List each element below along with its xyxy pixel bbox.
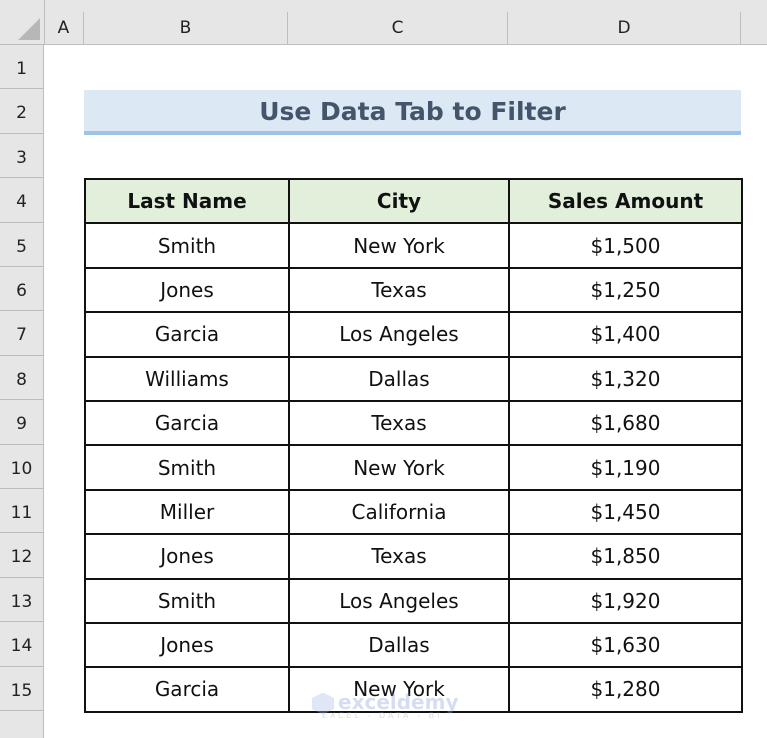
cell-last-name[interactable]: Garcia bbox=[84, 666, 290, 713]
cell-sales-amount[interactable]: $1,630 bbox=[508, 621, 743, 669]
row-header-1[interactable]: 1 bbox=[0, 45, 43, 90]
cell-last-name[interactable]: Garcia bbox=[84, 399, 290, 447]
cell-last-name[interactable]: Williams bbox=[84, 355, 290, 402]
row-header-2[interactable]: 2 bbox=[0, 89, 43, 134]
cell-sales-amount[interactable]: $1,450 bbox=[508, 488, 743, 536]
header-city[interactable]: City bbox=[288, 177, 510, 225]
column-header-a[interactable]: A bbox=[44, 12, 84, 44]
cell-city[interactable]: Dallas bbox=[288, 355, 510, 402]
cell-last-name[interactable]: Garcia bbox=[84, 311, 290, 358]
cell-last-name[interactable]: Jones bbox=[84, 266, 290, 314]
column-header-c[interactable]: C bbox=[288, 12, 508, 44]
row-header-12[interactable]: 12 bbox=[0, 533, 43, 578]
data-table: Last Name City Sales Amount Smith New Yor… bbox=[84, 177, 743, 713]
cell-city[interactable]: New York bbox=[288, 444, 510, 491]
table-row: Garcia Texas $1,680 bbox=[84, 399, 743, 447]
row-header-6[interactable]: 6 bbox=[0, 267, 43, 312]
cell-city[interactable]: California bbox=[288, 488, 510, 536]
cell-last-name[interactable]: Smith bbox=[84, 444, 290, 491]
table-row: Smith New York $1,190 bbox=[84, 444, 743, 491]
cell-sales-amount[interactable]: $1,250 bbox=[508, 266, 743, 314]
cell-sales-amount[interactable]: $1,500 bbox=[508, 222, 743, 269]
cell-sales-amount[interactable]: $1,850 bbox=[508, 533, 743, 580]
row-header-7[interactable]: 7 bbox=[0, 311, 43, 356]
cell-last-name[interactable]: Jones bbox=[84, 621, 290, 669]
table-row: Jones Texas $1,250 bbox=[84, 266, 743, 314]
column-header-b[interactable]: B bbox=[84, 12, 288, 44]
cell-last-name[interactable]: Smith bbox=[84, 222, 290, 269]
cell-sales-amount[interactable]: $1,320 bbox=[508, 355, 743, 402]
cell-city[interactable]: Texas bbox=[288, 266, 510, 314]
cell-city[interactable]: Los Angeles bbox=[288, 311, 510, 358]
sheet-title: Use Data Tab to Filter bbox=[84, 90, 741, 135]
table-row: Jones Dallas $1,630 bbox=[84, 621, 743, 669]
row-header-bar: 1 2 3 4 5 6 7 8 9 10 11 12 13 14 15 bbox=[0, 45, 44, 738]
cell-city[interactable]: Dallas bbox=[288, 621, 510, 669]
row-header-3[interactable]: 3 bbox=[0, 134, 43, 179]
cell-last-name[interactable]: Smith bbox=[84, 577, 290, 624]
row-header-13[interactable]: 13 bbox=[0, 578, 43, 623]
table-row: Miller California $1,450 bbox=[84, 488, 743, 536]
header-last-name[interactable]: Last Name bbox=[84, 177, 290, 225]
cell-last-name[interactable]: Jones bbox=[84, 533, 290, 580]
cell-city[interactable]: Los Angeles bbox=[288, 577, 510, 624]
cell-sales-amount[interactable]: $1,400 bbox=[508, 311, 743, 358]
row-header-5[interactable]: 5 bbox=[0, 223, 43, 267]
row-header-11[interactable]: 11 bbox=[0, 489, 43, 534]
row-header-9[interactable]: 9 bbox=[0, 400, 43, 445]
table-row: Garcia Los Angeles $1,400 bbox=[84, 311, 743, 358]
watermark-tagline: EXCEL - DATA - BI bbox=[322, 710, 443, 720]
column-header-bar: A B C D bbox=[0, 0, 767, 45]
cell-sales-amount[interactable]: $1,680 bbox=[508, 399, 743, 447]
row-header-15[interactable]: 15 bbox=[0, 667, 43, 711]
row-header-8[interactable]: 8 bbox=[0, 356, 43, 401]
table-row: Jones Texas $1,850 bbox=[84, 533, 743, 580]
watermark: exceldemy EXCEL - DATA - BI bbox=[312, 690, 459, 720]
row-header-14[interactable]: 14 bbox=[0, 622, 43, 667]
cell-sales-amount[interactable]: $1,190 bbox=[508, 444, 743, 491]
table-row: Williams Dallas $1,320 bbox=[84, 355, 743, 402]
table-row: Smith Los Angeles $1,920 bbox=[84, 577, 743, 624]
cell-city[interactable]: Texas bbox=[288, 399, 510, 447]
header-sales-amount[interactable]: Sales Amount bbox=[508, 177, 743, 225]
cell-city[interactable]: New York bbox=[288, 222, 510, 269]
row-header-4[interactable]: 4 bbox=[0, 178, 43, 223]
cell-last-name[interactable]: Miller bbox=[84, 488, 290, 536]
row-header-10[interactable]: 10 bbox=[0, 445, 43, 489]
cell-city[interactable]: Texas bbox=[288, 533, 510, 580]
cell-sales-amount[interactable]: $1,920 bbox=[508, 577, 743, 624]
table-row: Smith New York $1,500 bbox=[84, 222, 743, 269]
cell-sales-amount[interactable]: $1,280 bbox=[508, 666, 743, 713]
column-header-d[interactable]: D bbox=[508, 12, 741, 44]
select-all-icon bbox=[18, 18, 40, 40]
select-all-button[interactable] bbox=[0, 0, 45, 44]
table-header-row: Last Name City Sales Amount bbox=[84, 177, 743, 225]
